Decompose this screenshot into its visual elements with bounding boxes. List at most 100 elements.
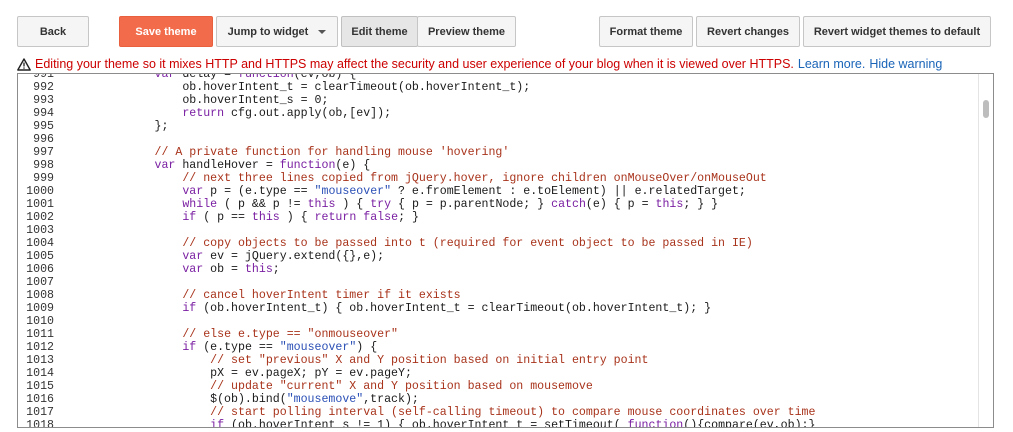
https-warning: Editing your theme so it mixes HTTP and … — [17, 55, 997, 73]
line-number: 1008 — [26, 289, 54, 302]
code-text: if (e.type == "mouseover") { — [71, 341, 377, 354]
back-button[interactable]: Back — [17, 16, 89, 47]
code-line: 1007 — [18, 276, 978, 289]
code-token: // update "current" X and Y position bas… — [210, 380, 593, 393]
code-token: this — [251, 211, 280, 224]
code-token: // cancel hoverIntent timer if it exists — [182, 289, 461, 302]
code-text: // A private function for handling mouse… — [71, 146, 510, 159]
code-line: 1009 if (ob.hoverIntent_t) { ob.hoverInt… — [18, 302, 978, 315]
line-number: 1001 — [26, 198, 54, 211]
warning-icon — [17, 57, 31, 71]
format-theme-button[interactable]: Format theme — [599, 16, 693, 47]
code-line: 1012 if (e.type == "mouseover") { — [18, 341, 978, 354]
code-line: 999 // next three lines copied from jQue… — [18, 172, 978, 185]
code-token: if — [182, 341, 197, 354]
code-line: 1015 // update "current" X and Y positio… — [18, 380, 978, 393]
code-token: (ob.hoverIntent_t) { ob.hoverIntent_t = … — [196, 302, 712, 315]
code-line: 995 }; — [18, 120, 978, 133]
code-token: var — [182, 185, 204, 198]
editor-scrollbar[interactable] — [978, 74, 993, 427]
code-line: 1001 while ( p && p != this ) { try { p … — [18, 198, 978, 211]
code-token: (e) { p = — [585, 198, 656, 211]
line-number: 1013 — [26, 354, 54, 367]
code-token: var — [182, 250, 204, 263]
code-text: while ( p && p != this ) { try { p = p.p… — [71, 198, 718, 211]
jump-to-widget-dropdown[interactable]: Jump to widget — [216, 16, 338, 47]
code-token: ) { — [279, 211, 315, 224]
code-line: 1004 // copy objects to be passed into t… — [18, 237, 978, 250]
code-token: if — [210, 419, 225, 428]
code-text: if (ob.hoverIntent_s != 1) { ob.hoverInt… — [71, 419, 815, 428]
line-number: 1005 — [26, 250, 54, 263]
line-number: 1017 — [26, 406, 54, 419]
code-line: 997 // A private function for handling m… — [18, 146, 978, 159]
code-text: ob.hoverIntent_s = 0; — [71, 94, 328, 107]
code-line: 1017 // start polling interval (self-cal… — [18, 406, 978, 419]
hide-warning-link[interactable]: Hide warning — [869, 57, 942, 71]
code-token: "mouseover" — [314, 185, 392, 198]
code-token: pX = ev.pageX; pY = ev.pageY; — [71, 367, 412, 380]
code-line: 1005 var ev = jQuery.extend({},e); — [18, 250, 978, 263]
code-text: // set "previous" X and Y position based… — [71, 354, 648, 367]
code-token: ( p && p != — [217, 198, 308, 211]
revert-changes-button[interactable]: Revert changes — [696, 16, 800, 47]
code-token: return — [182, 107, 225, 120]
code-token: (e.type == — [196, 341, 280, 354]
code-text: // next three lines copied from jQuery.h… — [71, 172, 767, 185]
code-token: ) { — [335, 198, 371, 211]
line-number: 1015 — [26, 380, 54, 393]
code-token: "mousemove" — [286, 393, 364, 406]
code-token: // else e.type == "onmouseover" — [182, 328, 399, 341]
scrollbar-thumb[interactable] — [983, 100, 989, 118]
code-token: ob = — [203, 263, 245, 276]
code-token: (ev,ob) { — [293, 73, 357, 81]
code-text: var p = (e.type == "mouseover" ? e.fromE… — [71, 185, 746, 198]
code-line: 1010 — [18, 315, 978, 328]
code-token: // start polling interval (self-calling … — [210, 406, 816, 419]
code-token: function — [279, 159, 336, 172]
code-token: ob.hoverIntent_s = 0; — [71, 94, 329, 107]
save-theme-button[interactable]: Save theme — [119, 16, 213, 47]
code-token: ,track); — [363, 393, 419, 406]
code-token: ob.hoverIntent_t = clearTimeout(ob.hover… — [71, 81, 531, 94]
code-token: $(ob).bind( — [71, 393, 287, 406]
code-token: }; — [71, 120, 169, 133]
code-text: if (ob.hoverIntent_t) { ob.hoverIntent_t… — [71, 302, 711, 315]
code-token: var — [182, 263, 204, 276]
edit-theme-tab[interactable]: Edit theme — [341, 16, 418, 47]
code-token: ; — [272, 263, 280, 276]
code-line: 996 — [18, 133, 978, 146]
code-token: catch — [551, 198, 586, 211]
preview-theme-tab[interactable]: Preview theme — [417, 16, 516, 47]
line-number: 999 — [33, 172, 54, 185]
line-number: 1009 — [26, 302, 54, 315]
code-text: if ( p == this ) { return false; } — [71, 211, 419, 224]
code-line: 1000 var p = (e.type == "mouseover" ? e.… — [18, 185, 978, 198]
code-token: // next three lines copied from jQuery.h… — [182, 172, 767, 185]
code-line: 1003 — [18, 224, 978, 237]
line-number: 995 — [33, 120, 54, 133]
line-number: 998 — [33, 159, 54, 172]
line-number: 1004 — [26, 237, 54, 250]
code-token: "mouseover" — [279, 341, 357, 354]
line-number: 1018 — [26, 419, 54, 428]
line-number: 1007 — [26, 276, 54, 289]
theme-code-editor[interactable]: 991 var delay = function(ev,ob) {992 ob.… — [17, 73, 994, 428]
line-number: 996 — [33, 133, 54, 146]
line-number: 997 — [33, 146, 54, 159]
learn-more-link[interactable]: Learn more. — [798, 57, 865, 71]
line-number: 1002 — [26, 211, 54, 224]
revert-widget-themes-button[interactable]: Revert widget themes to default — [803, 16, 991, 47]
warning-text: Editing your theme so it mixes HTTP and … — [35, 57, 794, 71]
code-line: 998 var handleHover = function(e) { — [18, 159, 978, 172]
line-number: 991 — [33, 73, 54, 81]
line-number: 994 — [33, 107, 54, 120]
